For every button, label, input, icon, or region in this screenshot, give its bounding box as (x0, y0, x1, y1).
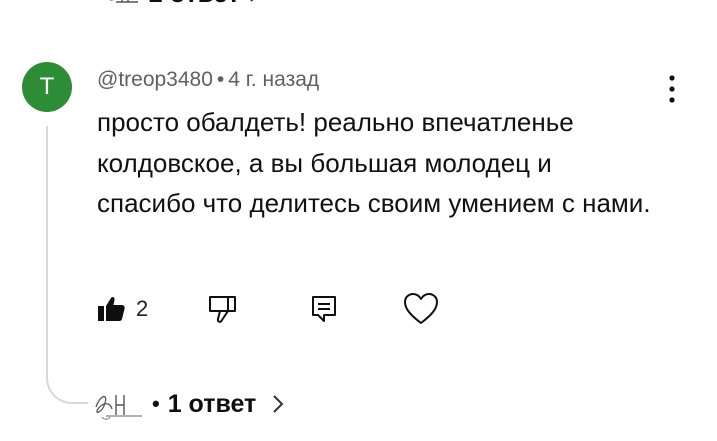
replies-link[interactable]: • 1 ответ (92, 384, 286, 424)
comment-meta: @treop3480 • 4 г. назад (97, 68, 319, 92)
thumbs-down-outline-icon (209, 296, 236, 323)
like-button[interactable]: 2 (96, 289, 148, 329)
avatar-letter: T (39, 73, 55, 100)
comment-text: просто обалдеть! реально впечатленье кол… (97, 107, 651, 218)
chevron-right-icon (273, 395, 284, 413)
thumbs-up-filled-icon (98, 296, 125, 321)
thread-connector-line (46, 126, 88, 404)
comment-timestamp: 4 г. назад (228, 68, 320, 91)
previous-replies-link[interactable]: 1 ответ (96, 0, 262, 8)
heart-outline-icon (404, 293, 438, 324)
chevron-right-icon (250, 0, 254, 2)
previous-replies-label: 1 ответ (148, 0, 240, 9)
reply-button[interactable] (310, 289, 338, 329)
artist-signature-logo (109, 0, 138, 3)
artist-signature-logo (95, 395, 142, 420)
dislike-button[interactable] (208, 289, 240, 329)
like-count: 2 (136, 296, 149, 321)
author-handle[interactable]: @treop3480 (97, 68, 213, 91)
replies-separator: • (152, 391, 160, 416)
avatar[interactable]: T (22, 62, 72, 112)
heart-button[interactable] (403, 289, 439, 329)
comment-reply-icon (312, 296, 336, 322)
replies-label: 1 ответ (167, 389, 257, 418)
meta-separator: • (216, 68, 225, 91)
more-options-icon[interactable] (660, 72, 684, 106)
